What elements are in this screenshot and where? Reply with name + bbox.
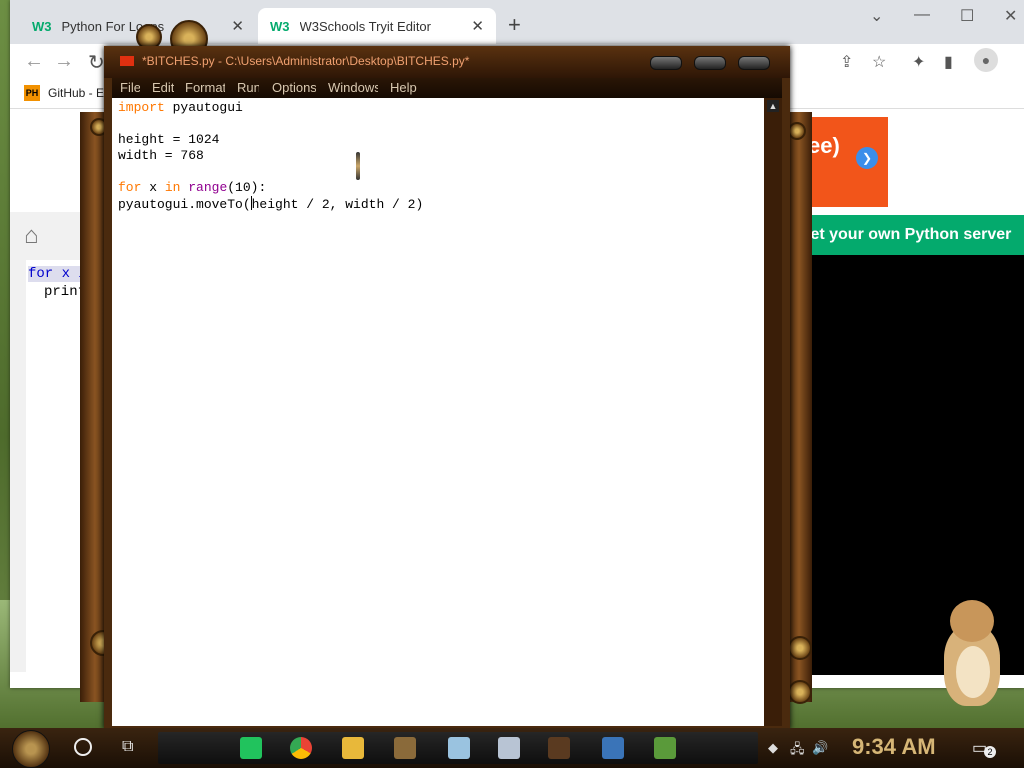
menu-run[interactable]: Run (237, 80, 259, 95)
chevron-down-icon[interactable]: ⌄ (870, 6, 883, 26)
editor-scrollbar[interactable]: ▲ (764, 98, 782, 726)
file-explorer-icon[interactable] (342, 737, 364, 759)
close-window-button[interactable]: ✕ (1004, 6, 1017, 26)
code-line: import pyautogui (118, 100, 243, 115)
w3schools-favicon-icon: W3 (32, 18, 52, 34)
start-button[interactable] (12, 730, 50, 768)
tray-chevron-icon[interactable]: ◆ (768, 740, 778, 756)
code-line: pyautogui.moveTo(height / 2, width / 2) (118, 196, 424, 212)
scroll-up-icon[interactable]: ▲ (767, 100, 779, 112)
producthunt-icon: PH (24, 85, 40, 101)
sheets-app-icon[interactable] (240, 737, 262, 759)
taskbar-apps (158, 732, 758, 764)
idle-title-bar[interactable]: *BITCHES.py - C:\Users\Administrator\Des… (104, 46, 790, 78)
forward-button[interactable]: → (54, 50, 74, 73)
home-icon[interactable]: ⌂ (24, 222, 39, 250)
maximize-button[interactable] (694, 56, 726, 70)
python-app-icon[interactable] (602, 737, 624, 759)
tab-label: W3Schools Tryit Editor (299, 18, 432, 34)
menu-options[interactable]: Options (272, 80, 316, 95)
notepad-app-icon[interactable] (448, 737, 470, 759)
code-line: width = 768 (118, 148, 204, 163)
remote-app-icon[interactable] (498, 737, 520, 759)
get-python-server-button[interactable]: Get your own Python server (788, 215, 1024, 255)
bookmark-github[interactable]: GitHub - E (48, 86, 104, 100)
clock[interactable]: 9:34 AM (852, 734, 936, 760)
close-button[interactable] (738, 56, 770, 70)
menu-format[interactable]: Format (185, 80, 225, 95)
tab-tryit-editor[interactable]: W3 W3Schools Tryit Editor ✕ (258, 8, 496, 44)
back-button[interactable]: ← (24, 50, 44, 73)
bookmark-star-icon[interactable]: ☆ (872, 52, 886, 72)
share-icon[interactable]: ⇪ (840, 52, 853, 72)
task-view-icon[interactable]: ⧉ (122, 738, 133, 756)
window-title: *BITCHES.py - C:\Users\Administrator\Des… (142, 54, 470, 68)
minimize-button[interactable]: — (914, 6, 930, 24)
menu-file[interactable]: File (120, 80, 140, 95)
menu-edit[interactable]: Edit (152, 80, 174, 95)
minecraft-app-icon[interactable] (654, 737, 676, 759)
python-idle-icon (120, 56, 134, 66)
gear-icon (788, 636, 812, 660)
tab-strip: W3 Python For Loops ✕ W3 W3Schools Tryit… (10, 0, 1024, 44)
reload-button[interactable]: ↻ (88, 50, 105, 75)
gear-icon (788, 680, 812, 704)
code-line: height = 1024 (118, 132, 220, 147)
close-tab-icon[interactable]: ✕ (231, 17, 244, 35)
idle-menu-bar: File Edit Format Run Options Windows Hel… (112, 78, 782, 98)
mouse-cursor-icon (356, 152, 360, 180)
hamster-mascot (936, 600, 1006, 710)
gear-icon (788, 122, 806, 140)
side-panel-icon[interactable]: ▮ (944, 52, 953, 72)
minimize-button[interactable] (650, 56, 682, 70)
menu-help[interactable]: Help (390, 80, 420, 95)
profile-avatar[interactable]: ● (974, 48, 998, 72)
network-icon[interactable]: 🖧 (790, 740, 805, 762)
game-app-icon[interactable] (394, 737, 416, 759)
w3schools-favicon-icon: W3 (270, 18, 290, 34)
new-tab-button[interactable]: + (508, 12, 521, 38)
taskbar: ⧉ ◆ 🖧 🔊 9:34 AM ▭ 2 (0, 728, 1024, 768)
chrome-app-icon[interactable] (290, 737, 312, 759)
volume-icon[interactable]: 🔊 (812, 740, 828, 756)
extensions-icon[interactable]: ✦ (912, 52, 925, 72)
code-editor[interactable]: import pyautogui height = 1024 width = 7… (112, 98, 764, 726)
notification-badge: 2 (984, 746, 996, 758)
search-icon[interactable] (74, 738, 92, 756)
idle-editor-window[interactable]: *BITCHES.py - C:\Users\Administrator\Des… (104, 46, 790, 730)
menu-windows[interactable]: Windows (328, 80, 378, 95)
maximize-button[interactable]: ☐ (960, 6, 974, 26)
code-line: for x in range(10): (118, 180, 267, 195)
close-tab-icon[interactable]: ✕ (471, 17, 484, 35)
steampunk-app-icon[interactable] (548, 737, 570, 759)
ad-arrow-icon: ❯ (856, 147, 878, 169)
